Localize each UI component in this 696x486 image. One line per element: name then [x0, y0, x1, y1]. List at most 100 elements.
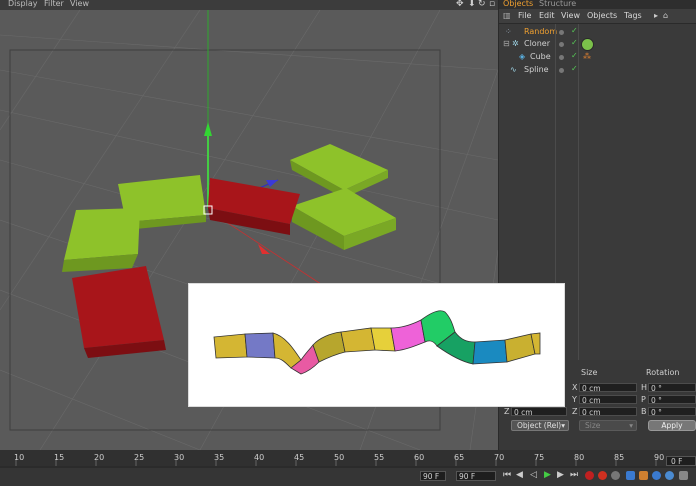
timeline-ruler[interactable]: 10 15 20 25 30 35 40 45 50 55 60 65 70 7…	[0, 450, 696, 466]
enabled-check[interactable]: ✓	[571, 64, 578, 73]
visibility-dot[interactable]	[559, 68, 564, 73]
pos-z-axis: Z	[504, 407, 510, 416]
end-frame-field-a[interactable]: 90 F	[420, 471, 446, 481]
objects-menubar: ▥ File Edit View Objects Tags ▸ ⌂	[499, 9, 696, 24]
menu-display[interactable]: Display	[8, 0, 38, 8]
cloner-icon: ✲	[512, 39, 519, 48]
menu-filter[interactable]: Filter	[44, 0, 64, 8]
tree-label-cloner[interactable]: Cloner	[524, 39, 550, 48]
rotation-header: Rotation	[646, 368, 680, 377]
grip-icon: ▥	[503, 11, 511, 20]
size-header: Size	[581, 368, 598, 377]
record-icon[interactable]	[585, 471, 594, 480]
timeline-ticks	[15, 460, 657, 466]
y-axis-arrow	[204, 122, 212, 136]
square-icon[interactable]: ▫	[489, 0, 495, 9]
size-mode-dropdown[interactable]: Size ▾	[579, 420, 637, 431]
spline-segment	[390, 319, 426, 352]
visibility-dot[interactable]	[559, 55, 564, 60]
rot-b-axis: B	[641, 407, 647, 416]
grid-key-icon[interactable]	[679, 471, 688, 480]
timeline[interactable]: 10 15 20 25 30 35 40 45 50 55 60 65 70 7…	[0, 450, 696, 486]
size-x-field[interactable]: 0 cm	[579, 383, 637, 393]
spline-segment	[472, 339, 508, 365]
chevron-down-icon: ▾	[561, 421, 565, 430]
scale-key-icon[interactable]	[639, 471, 648, 480]
go-start-icon[interactable]: ⏮	[503, 470, 511, 480]
tree-row-cloner[interactable]: ⊟ ✲ Cloner ✓	[499, 38, 696, 51]
tree-label-cube[interactable]: Cube	[530, 52, 551, 61]
current-frame-field[interactable]: 0 F	[666, 456, 696, 466]
move-icon[interactable]: ✥	[456, 0, 464, 9]
arrow-right-icon[interactable]: ▸	[654, 11, 658, 20]
size-z-field[interactable]: 0 cm	[579, 407, 637, 417]
collapse-icon[interactable]: ⊟	[503, 39, 510, 48]
transport-bar: 90 F 90 F ⏮ ◀ ◁ ▶ ▶ ⏭	[0, 468, 696, 486]
viewport-menubar: Display Filter View ✥ ⬇ ↻ ▫	[0, 0, 498, 10]
spline-segment	[340, 327, 376, 353]
spline-segment	[312, 331, 346, 363]
play-back-icon[interactable]: ◁	[530, 470, 537, 480]
phong-tag-icon[interactable]: ⁂	[583, 52, 591, 61]
size-mode-label: Size	[585, 421, 601, 430]
size-y-axis: Y	[572, 395, 577, 404]
preview-card	[188, 283, 565, 407]
column-divider	[578, 24, 579, 360]
apply-button[interactable]: Apply	[648, 420, 696, 431]
size-x-axis: X	[572, 383, 578, 392]
play-icon[interactable]: ▶	[544, 470, 551, 480]
spline-segment	[504, 333, 536, 363]
segmented-spline-preview	[213, 310, 541, 375]
enabled-check[interactable]: ✓	[571, 51, 578, 60]
visibility-dot[interactable]	[559, 42, 564, 47]
chevron-down-icon: ▾	[629, 421, 633, 430]
go-end-icon[interactable]: ⏭	[570, 470, 578, 480]
coord-mode-dropdown[interactable]: Object (Rel) ▾	[511, 420, 569, 431]
menu-edit[interactable]: Edit	[539, 11, 555, 20]
pos-z-field[interactable]: 0 cm	[511, 407, 567, 417]
spline-segment	[244, 332, 276, 359]
end-frame-field-b[interactable]: 90 F	[456, 471, 496, 481]
material-tag-icon[interactable]	[581, 38, 594, 51]
rotate-key-icon[interactable]	[652, 471, 661, 480]
tree-label-random[interactable]: Random	[524, 27, 557, 36]
rotate-icon[interactable]: ↻	[478, 0, 486, 9]
param-key-icon[interactable]	[665, 471, 674, 480]
spline-icon: ∿	[510, 65, 517, 74]
tree-row-spline[interactable]: ∿ Spline ✓	[499, 64, 696, 76]
green-block-2	[62, 208, 140, 272]
home-icon[interactable]: ⌂	[663, 11, 668, 20]
random-effector-icon: ⁘	[505, 27, 512, 36]
move-key-icon[interactable]	[626, 471, 635, 480]
z-axis-arrow	[266, 180, 278, 187]
enabled-check[interactable]: ✓	[571, 26, 578, 35]
autokey-icon[interactable]	[598, 471, 607, 480]
tree-row-cube[interactable]: ◈ Cube ✓ ⁂	[499, 51, 696, 63]
enabled-check[interactable]: ✓	[571, 38, 578, 47]
tree-label-spline[interactable]: Spline	[524, 65, 549, 74]
tab-objects[interactable]: Objects	[503, 0, 533, 8]
next-frame-icon[interactable]: ▶	[557, 470, 564, 480]
menu-file[interactable]: File	[518, 11, 531, 20]
menu-objects[interactable]: Objects	[587, 11, 617, 20]
tab-structure[interactable]: Structure	[539, 0, 576, 8]
panel-tabs: Objects Structure	[499, 0, 696, 9]
tree-row-random[interactable]: ⁘ Random ✓	[499, 26, 696, 38]
down-arrow-icon[interactable]: ⬇	[468, 0, 476, 9]
rot-p-axis: P	[641, 395, 646, 404]
prev-frame-icon[interactable]: ◀	[516, 470, 523, 480]
menu-view[interactable]: View	[561, 11, 580, 20]
rot-p-field[interactable]: 0 °	[648, 395, 696, 405]
menu-view[interactable]: View	[70, 0, 89, 8]
size-y-field[interactable]: 0 cm	[579, 395, 637, 405]
cube-icon: ◈	[519, 52, 526, 61]
coord-mode-label: Object (Rel)	[517, 421, 562, 430]
menu-tags[interactable]: Tags	[624, 11, 642, 20]
keyframe-icon[interactable]	[611, 471, 620, 480]
spline-segment	[272, 332, 302, 369]
red-block-2	[72, 266, 166, 358]
rot-h-field[interactable]: 0 °	[648, 383, 696, 393]
visibility-dot[interactable]	[559, 30, 564, 35]
rot-b-field[interactable]: 0 °	[648, 407, 696, 417]
green-block-3	[290, 144, 388, 198]
